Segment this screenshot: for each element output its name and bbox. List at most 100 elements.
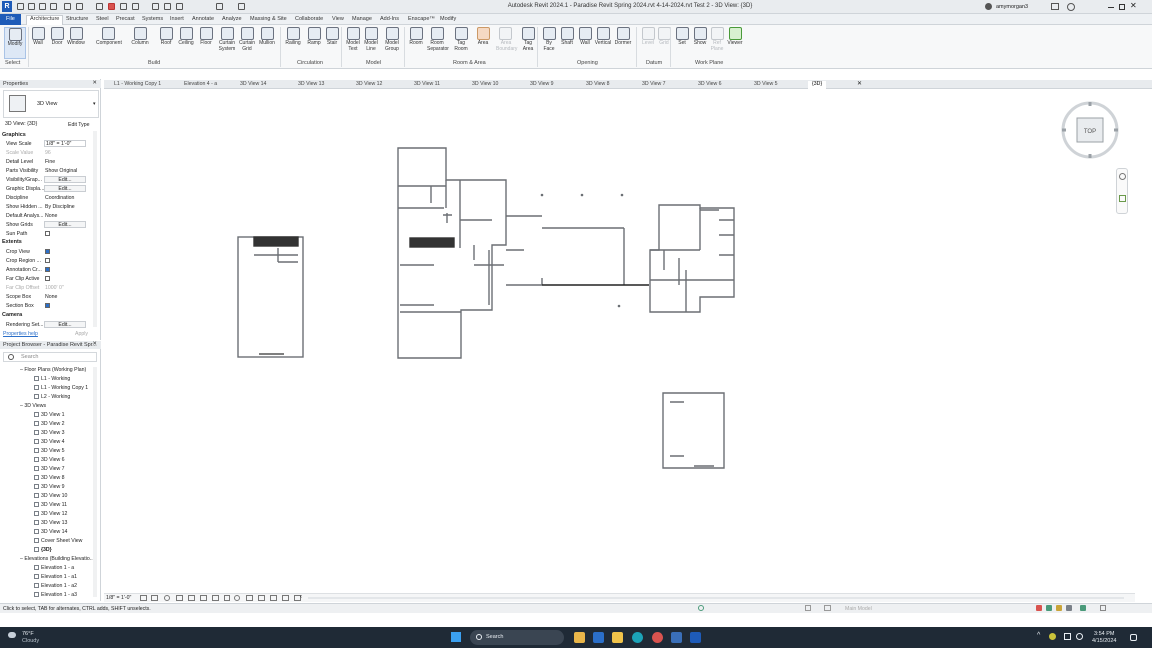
browser-item[interactable]: Elevation 1 - a bbox=[34, 565, 74, 571]
browser-item[interactable]: Elevation 1 - a3 bbox=[34, 592, 77, 598]
browser-item[interactable]: L2 - Working bbox=[34, 394, 70, 400]
dimension-icon[interactable] bbox=[120, 3, 127, 10]
stair-button[interactable]: Stair bbox=[323, 27, 341, 47]
worksharing-icon[interactable] bbox=[258, 595, 265, 601]
browser-item[interactable]: 3D View 14 bbox=[34, 529, 67, 535]
apply-button[interactable]: Apply bbox=[75, 331, 88, 337]
browser-item[interactable]: {3D} bbox=[34, 547, 52, 553]
tab-view-3d-view-13[interactable]: 3D View 13 bbox=[298, 81, 324, 87]
viewer-button[interactable]: Viewer bbox=[726, 27, 744, 47]
browser-item[interactable]: 3D View 4 bbox=[34, 439, 65, 445]
taskbar-search[interactable]: Search bbox=[470, 630, 564, 645]
start-button[interactable] bbox=[451, 632, 461, 642]
browser-item[interactable]: L1 - Working bbox=[34, 376, 70, 382]
drawing-canvas[interactable]: TOP bbox=[104, 90, 1135, 593]
weather-icon[interactable] bbox=[8, 632, 16, 638]
cart-icon[interactable] bbox=[1051, 3, 1059, 10]
tab-view-3d-view-9[interactable]: 3D View 9 bbox=[530, 81, 554, 87]
browser-item[interactable]: 3D View 9 bbox=[34, 484, 65, 490]
thin-lines-icon[interactable] bbox=[152, 3, 159, 10]
help-icon[interactable] bbox=[1067, 3, 1075, 11]
maximize-button[interactable] bbox=[1119, 4, 1125, 10]
tag-icon[interactable] bbox=[132, 3, 139, 10]
close-hidden-icon[interactable] bbox=[164, 3, 171, 10]
tab-collaborate[interactable]: Collaborate bbox=[295, 16, 323, 22]
reveal-hidden-icon[interactable] bbox=[246, 595, 253, 601]
curtain-system-button[interactable]: Curtain System bbox=[218, 27, 236, 52]
set-button[interactable]: Set bbox=[673, 27, 691, 47]
minimize-button[interactable] bbox=[1108, 7, 1114, 8]
panel-select-label[interactable]: Select bbox=[5, 60, 20, 66]
horizontal-scrollbar[interactable] bbox=[308, 597, 1124, 599]
crop-view-checkbox[interactable] bbox=[45, 249, 50, 254]
floor-button[interactable]: Floor bbox=[197, 27, 215, 47]
user-icon[interactable] bbox=[985, 3, 992, 10]
ref-plane-button[interactable]: Ref Plane bbox=[708, 27, 726, 52]
tab-massing-site[interactable]: Massing & Site bbox=[250, 16, 287, 22]
select-links-icon[interactable] bbox=[1036, 605, 1042, 611]
shaft-button[interactable]: Shaft bbox=[558, 27, 576, 47]
browser-item[interactable]: 3D View 5 bbox=[34, 448, 65, 454]
open-icon[interactable] bbox=[17, 3, 24, 10]
room-separator-button[interactable]: Room Separator bbox=[427, 27, 449, 52]
tab-annotate[interactable]: Annotate bbox=[192, 16, 214, 22]
revit-logo-icon[interactable]: R bbox=[2, 1, 12, 12]
explorer-folder-icon[interactable] bbox=[612, 632, 623, 643]
browser-item[interactable]: 3D View 2 bbox=[34, 421, 65, 427]
revit-taskbar-icon[interactable] bbox=[690, 632, 701, 643]
file-explorer-icon[interactable] bbox=[574, 632, 585, 643]
section-extents[interactable]: Extents bbox=[2, 239, 22, 245]
room-button[interactable]: Room bbox=[407, 27, 425, 47]
browser-group[interactable]: – Floor Plans (Working Plan) bbox=[20, 367, 86, 373]
dormer-button[interactable]: Dormer bbox=[614, 27, 632, 47]
filter-icon[interactable] bbox=[698, 605, 704, 611]
discipline-field[interactable]: Coordination bbox=[45, 195, 74, 201]
tab-enscape[interactable]: Enscape™ bbox=[408, 16, 435, 22]
vg-edit-button[interactable]: Edit... bbox=[44, 176, 86, 183]
scroll-left-icon[interactable]: ‹ bbox=[300, 594, 302, 600]
tab-view[interactable]: View bbox=[332, 16, 344, 22]
close-icon[interactable]: ✕ bbox=[92, 341, 97, 347]
customize-icon[interactable] bbox=[238, 3, 245, 10]
close-icon[interactable]: ✕ bbox=[92, 80, 97, 86]
tab-insert[interactable]: Insert bbox=[170, 16, 184, 22]
design-options-icon[interactable] bbox=[805, 605, 811, 611]
tray-app-icon[interactable] bbox=[1049, 633, 1056, 640]
browser-item[interactable]: 3D View 11 bbox=[34, 502, 67, 508]
app-icon[interactable] bbox=[671, 632, 682, 643]
model-line-button[interactable]: Model Line bbox=[362, 27, 380, 52]
browser-item[interactable]: Elevation 1 - a2 bbox=[34, 583, 77, 589]
by-face-button[interactable]: By Face bbox=[540, 27, 558, 52]
filter-selection-icon[interactable] bbox=[1100, 605, 1106, 611]
tab-architecture[interactable]: Architecture bbox=[26, 15, 64, 25]
tab-steel[interactable]: Steel bbox=[96, 16, 109, 22]
wall-opening-button[interactable]: Wall bbox=[576, 27, 594, 47]
door-button[interactable]: Door bbox=[48, 27, 66, 47]
tab-systems[interactable]: Systems bbox=[142, 16, 163, 22]
print-icon[interactable] bbox=[96, 3, 103, 10]
model-group-button[interactable]: Model Group bbox=[383, 27, 401, 52]
tab-add-ins[interactable]: Add-Ins bbox=[380, 16, 399, 22]
sync-icon[interactable] bbox=[50, 3, 57, 10]
tag-area-button[interactable]: Tag Area bbox=[519, 27, 537, 52]
far-clip-checkbox[interactable] bbox=[45, 276, 50, 281]
tab-view-elevation-4-a[interactable]: Elevation 4 - a bbox=[184, 81, 217, 87]
browser-item[interactable]: 3D View 8 bbox=[34, 475, 65, 481]
close-button[interactable]: ✕ bbox=[1130, 2, 1137, 10]
ramp-button[interactable]: Ramp bbox=[305, 27, 323, 47]
highlight-icon[interactable] bbox=[270, 595, 277, 601]
browser-item[interactable]: 3D View 3 bbox=[34, 430, 65, 436]
component-button[interactable]: Component bbox=[96, 27, 122, 47]
browser-group[interactable]: – Elevations (Building Elevatio... bbox=[20, 556, 94, 562]
show-grids-edit-button[interactable]: Edit... bbox=[44, 221, 86, 228]
visual-style-icon[interactable] bbox=[151, 595, 158, 601]
tab-view-3d-view-8[interactable]: 3D View 8 bbox=[586, 81, 610, 87]
ceiling-button[interactable]: Ceiling bbox=[177, 27, 195, 47]
home-icon[interactable] bbox=[28, 3, 35, 10]
select-by-face-icon[interactable] bbox=[1066, 605, 1072, 611]
taskbar-search-input[interactable]: Search bbox=[486, 634, 503, 640]
temporary-hide-icon[interactable] bbox=[234, 595, 240, 601]
viewcube-face-label[interactable]: TOP bbox=[1084, 129, 1096, 135]
select-pinned-icon[interactable] bbox=[1056, 605, 1062, 611]
show-hidden-icons[interactable]: ^ bbox=[1037, 632, 1040, 639]
